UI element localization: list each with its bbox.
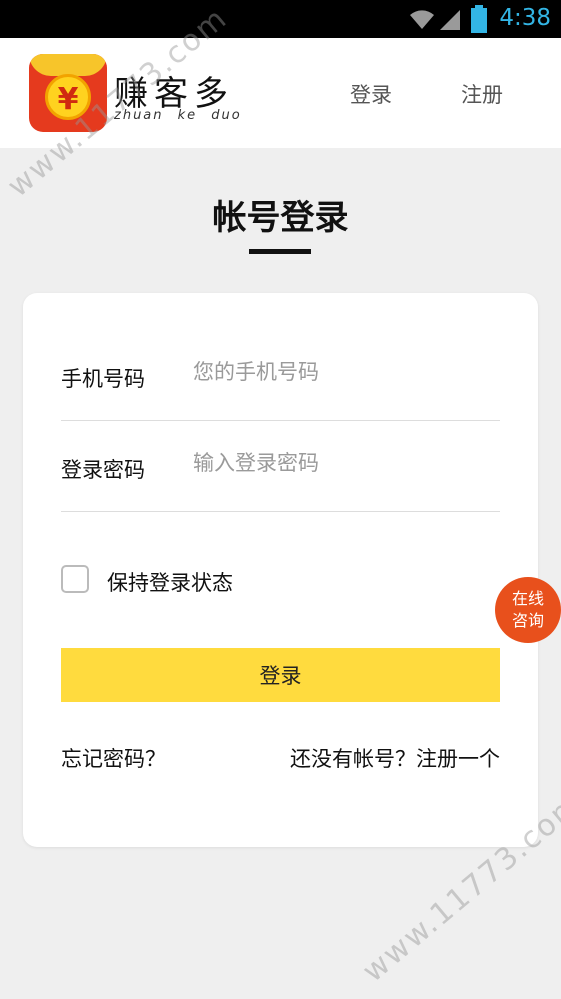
password-input[interactable] xyxy=(193,443,493,483)
phone-input[interactable] xyxy=(193,352,493,392)
app-header: ¥ 赚客多 zhuan ke duo 登录 注册 xyxy=(0,38,561,148)
remember-checkbox[interactable] xyxy=(61,565,89,593)
login-button[interactable]: 登录 xyxy=(61,648,500,702)
nav-login-link[interactable]: 登录 xyxy=(350,79,392,109)
logo-icon: ¥ xyxy=(29,54,107,132)
signup-link[interactable]: 还没有帐号？注册一个 xyxy=(290,743,500,773)
phone-row: 手机号码 xyxy=(61,330,500,421)
login-card: 手机号码 登录密码 保持登录状态 登录 忘记密码？ 还没有帐号？注册一个 xyxy=(23,293,538,847)
forgot-password-link[interactable]: 忘记密码？ xyxy=(61,743,166,773)
phone-label: 手机号码 xyxy=(61,367,145,391)
online-consult-button[interactable]: 在线 咨询 xyxy=(495,577,561,643)
battery-icon xyxy=(471,5,487,33)
consult-line1: 在线 xyxy=(511,589,544,608)
password-row: 登录密码 xyxy=(61,421,500,512)
wifi-icon xyxy=(410,10,434,29)
signal-icon xyxy=(440,10,460,30)
page-title: 帐号登录 xyxy=(212,198,349,238)
brand-pinyin: zhuan ke duo xyxy=(114,108,242,123)
title-underline xyxy=(249,249,311,254)
remember-label: 保持登录状态 xyxy=(107,571,233,595)
nav-register-link[interactable]: 注册 xyxy=(461,79,503,109)
password-label: 登录密码 xyxy=(61,458,145,482)
status-bar: 4:38 xyxy=(0,0,561,38)
consult-line2: 咨询 xyxy=(511,611,544,630)
status-time: 4:38 xyxy=(499,5,551,31)
